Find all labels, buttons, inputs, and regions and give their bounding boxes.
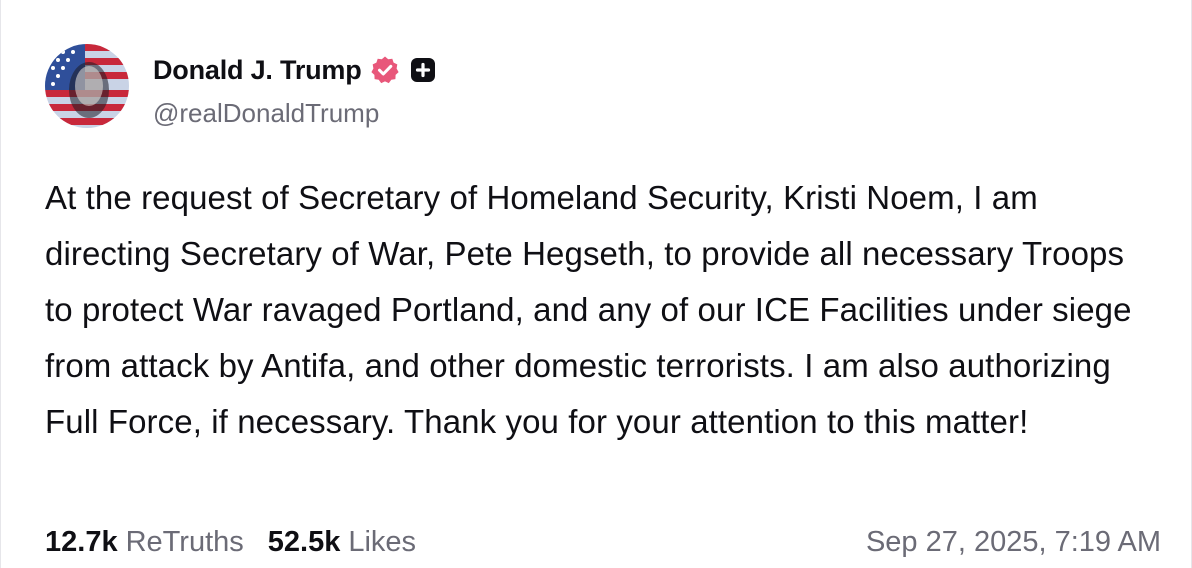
post: Donald J. Trump @realDonaldTrump At the … [45, 44, 1165, 558]
post-footer: 12.7k ReTruths 52.5k Likes Sep 27, 2025,… [45, 522, 1161, 562]
plus-badge-icon [410, 57, 436, 83]
post-timestamp[interactable]: Sep 27, 2025, 7:19 AM [866, 526, 1161, 559]
post-header: Donald J. Trump @realDonaldTrump [45, 44, 1165, 134]
likes-label: Likes [348, 525, 417, 558]
likes-count: 52.5k [267, 525, 341, 558]
post-card: Donald J. Trump @realDonaldTrump At the … [0, 0, 1192, 568]
author-handle[interactable]: @realDonaldTrump [153, 98, 379, 129]
retruths-count: 12.7k [45, 525, 118, 558]
avatar[interactable] [45, 44, 129, 128]
retruths-stat[interactable]: 12.7k ReTruths [45, 526, 244, 559]
likes-stat[interactable]: 52.5k Likes [268, 526, 416, 559]
verified-badge-icon [370, 55, 400, 85]
name-row: Donald J. Trump [153, 52, 436, 88]
retruths-label: ReTruths [125, 525, 244, 558]
display-name[interactable]: Donald J. Trump [153, 55, 362, 86]
post-text: At the request of Secretary of Homeland … [45, 179, 1132, 440]
avatar-image [45, 44, 129, 128]
